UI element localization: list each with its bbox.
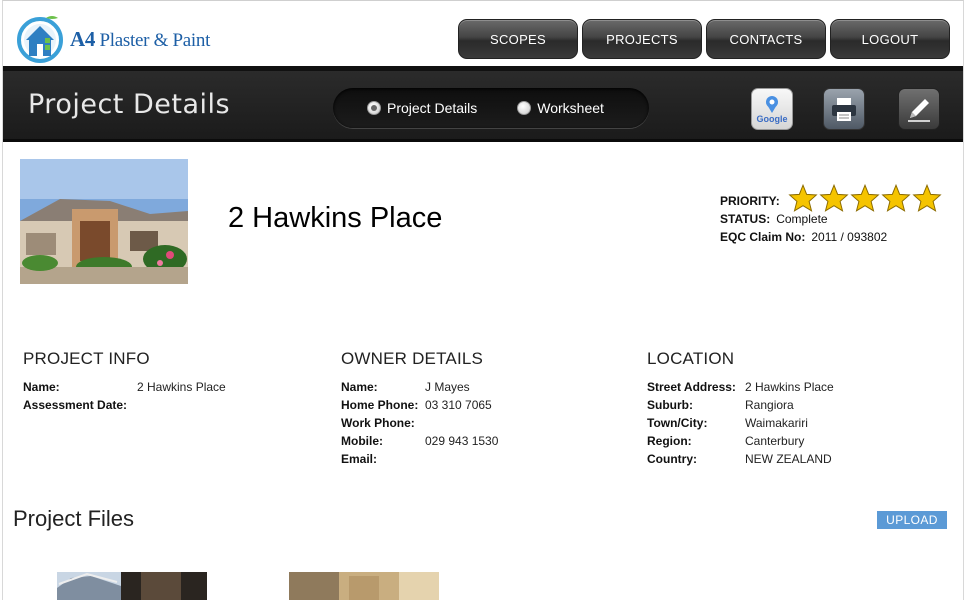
info-row: Street Address: 2 Hawkins Place [647,378,834,396]
logo-wordmark: A4 Plaster & Paint [70,27,211,51]
upload-button[interactable]: UPLOAD [877,511,947,529]
owner-details-heading: OWNER DETAILS [341,349,484,368]
page-title: Project Details [28,89,231,120]
star-icon [788,184,818,212]
file-photo-image [289,572,439,600]
nav-contacts-button[interactable]: CONTACTS [706,19,826,59]
view-toggle: Project Details Worksheet [333,88,649,128]
star-icon [881,184,911,212]
main-nav: SCOPES PROJECTS CONTACTS LOGOUT [458,19,950,59]
star-icon [850,184,880,212]
radio-unselected-icon [517,101,532,115]
field-label: Town/City: [647,416,708,430]
pencil-edit-icon [908,99,930,122]
toggle-label: Worksheet [537,100,604,116]
field-value: Waimakariri [745,416,808,430]
info-row: Region: Canterbury [647,432,834,450]
project-address-title: 2 Hawkins Place [228,202,443,234]
field-label: Street Address: [647,380,736,394]
field-label: Region: [647,434,692,448]
field-label: Name: [23,380,60,394]
house-photo-image [20,159,188,284]
priority-row: PRIORITY: [720,184,942,212]
info-row: Assessment Date: [23,396,226,414]
nav-projects-button[interactable]: PROJECTS [582,19,702,59]
toggle-worksheet[interactable]: Worksheet [517,100,604,116]
status-value: Complete [776,212,828,226]
toggle-label: Project Details [387,100,478,116]
printer-icon [832,98,856,121]
field-value: 029 943 1530 [425,434,499,448]
field-label: Email: [341,452,378,466]
field-label: Country: [647,452,697,466]
field-label: Home Phone: [341,398,419,412]
info-row: Email: [341,450,498,468]
star-icon [819,184,849,212]
location-heading: LOCATION [647,349,735,368]
info-row: Mobile: 029 943 1530 [341,432,498,450]
info-row: Town/City: Waimakariri [647,414,834,432]
nav-scopes-button[interactable]: SCOPES [458,19,578,59]
eqc-value: 2011 / 093802 [811,230,888,244]
field-value: Rangiora [745,398,794,412]
file-thumbnail[interactable] [289,572,439,600]
toggle-project-details[interactable]: Project Details [367,100,477,116]
field-value: 2 Hawkins Place [137,380,226,394]
field-value: 03 310 7065 [425,398,492,412]
file-thumbnail[interactable] [57,572,207,600]
field-value: Canterbury [745,434,805,448]
location-section: LOCATION Street Address: 2 Hawkins Place … [647,349,834,468]
eqc-label: EQC Claim No: [720,230,806,244]
info-row: Home Phone: 03 310 7065 [341,396,498,414]
nav-logout-button[interactable]: LOGOUT [830,19,950,59]
status-label: STATUS: [720,212,771,226]
project-files-heading: Project Files [13,506,135,531]
field-value: 2 Hawkins Place [745,380,834,394]
star-icon [912,184,942,212]
file-photo-image [57,572,207,600]
google-maps-icon: Google [757,96,788,124]
priority-stars [788,184,942,212]
field-label: Name: [341,380,378,394]
field-label: Work Phone: [341,416,415,430]
project-photo[interactable] [20,159,188,284]
google-label: Google [757,114,788,124]
eqc-row: EQC Claim No: 2011 / 093802 [720,226,942,244]
info-row: Country: NEW ZEALAND [647,450,834,468]
field-label: Suburb: [647,398,693,412]
owner-details-section: OWNER DETAILS Name: J Mayes Home Phone: 03… [341,349,498,468]
radio-selected-icon [367,101,381,115]
field-label: Assessment Date: [23,398,128,412]
edit-button[interactable] [898,88,940,130]
field-label: Mobile: [341,434,383,448]
google-maps-button[interactable]: Google [751,88,793,130]
info-row: Suburb: Rangiora [647,396,834,414]
field-value: J Mayes [425,380,470,394]
project-meta: PRIORITY: STATUS: Complete EQC Claim No:… [720,184,942,244]
priority-label: PRIORITY: [720,194,780,208]
print-button[interactable] [823,88,865,130]
info-row: Name: 2 Hawkins Place [23,378,226,396]
title-bar: Project Details Project Details Workshee… [3,66,963,142]
project-info-heading: PROJECT INFO [23,349,150,368]
info-row: Name: J Mayes [341,378,498,396]
field-value: NEW ZEALAND [745,452,832,466]
project-info-section: PROJECT INFO Name: 2 Hawkins Place Assess… [23,349,226,414]
info-row: Work Phone: [341,414,498,432]
house-logo-icon [17,16,63,63]
